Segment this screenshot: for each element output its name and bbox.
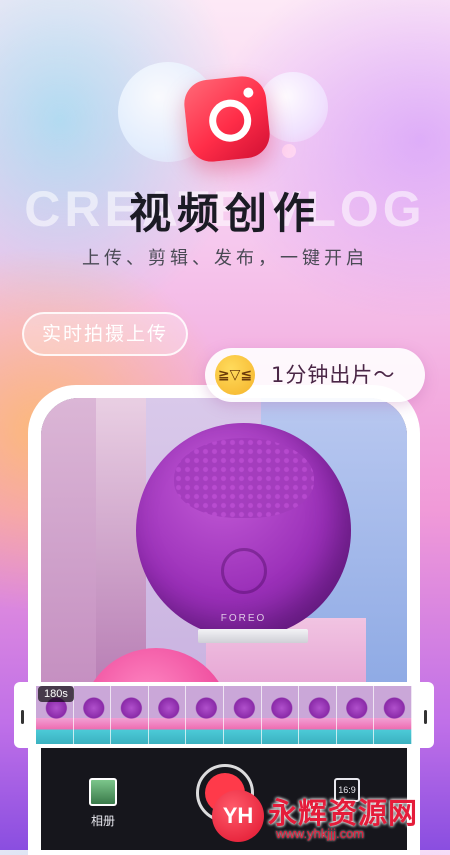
duration-badge: 180s <box>38 686 74 702</box>
timeline-frame <box>148 686 187 744</box>
flash-dot-icon <box>242 87 254 99</box>
timeline-frame <box>73 686 112 744</box>
timeline-frame <box>111 686 149 744</box>
laughing-face-icon: ≧▽≦ <box>215 355 255 395</box>
trim-handle-left[interactable] <box>21 710 24 724</box>
timeline-frame <box>186 686 224 744</box>
preview-photo: FOREO <box>41 398 407 798</box>
speech-bubble-text: 1分钟出片～ <box>271 363 396 387</box>
watermark-url: www.yhkjjj.com <box>276 826 365 841</box>
timeline-frame <box>223 686 262 744</box>
album-button[interactable]: 相册 <box>85 778 121 829</box>
product-brand-text: FOREO <box>220 613 267 624</box>
speech-bubble: ≧▽≦ 1分钟出片～ <box>205 348 425 402</box>
page-title: 视频创作 <box>128 189 321 238</box>
watermark-logo: YH <box>212 790 264 842</box>
video-timeline[interactable] <box>14 682 434 748</box>
decorative-dot <box>282 144 296 158</box>
page-subtitle: 上传、剪辑、发布，一键开启 <box>82 248 368 269</box>
timeline-frame <box>299 686 337 744</box>
lens-ring-icon <box>207 97 254 144</box>
timeline-frame <box>261 686 300 744</box>
album-thumbnail-icon <box>89 778 117 806</box>
timeline-frame <box>374 686 412 744</box>
camera-app-icon <box>181 73 273 165</box>
timeline-frame <box>336 686 375 744</box>
timeline-frames <box>36 686 412 744</box>
trim-handle-right[interactable] <box>424 710 427 724</box>
purple-cleansing-device-image: FOREO <box>136 423 351 643</box>
watermark-logo-glyph: YH <box>222 803 254 828</box>
album-label: 相册 <box>90 814 115 828</box>
realtime-upload-badge: 实时拍摄上传 <box>22 312 189 356</box>
